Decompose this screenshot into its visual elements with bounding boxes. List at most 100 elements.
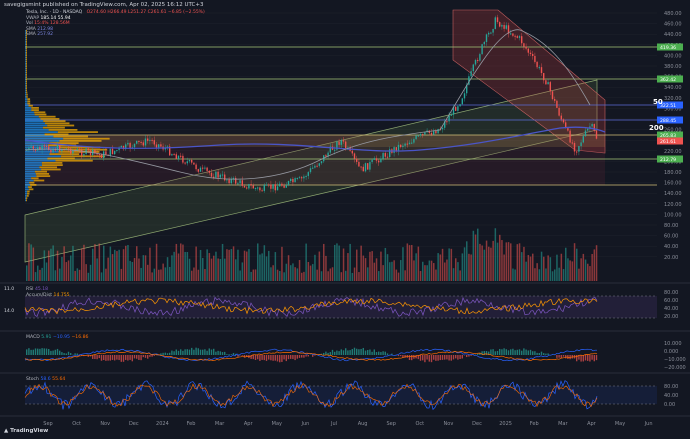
time-tick-label: Jun <box>644 421 653 427</box>
time-tick-label: Apr <box>587 421 597 427</box>
volume-profile-bar <box>25 91 27 94</box>
candle-body <box>527 48 529 53</box>
volume-bar <box>538 269 541 281</box>
price-tick-label: 320.00 <box>664 96 682 102</box>
volume-bar <box>367 267 369 281</box>
macd-histogram-bar <box>591 355 593 360</box>
volume-profile-bar <box>25 43 26 45</box>
volume-bar <box>562 269 565 281</box>
volume-profile-bar <box>53 135 89 138</box>
candle-body <box>485 34 488 42</box>
volume-bar <box>186 252 189 281</box>
macd-histogram-bar <box>545 353 547 355</box>
volume-bar <box>490 247 492 281</box>
macd-histogram-bar <box>305 355 307 357</box>
price-tag-label: 288.45 <box>660 118 676 124</box>
macd-legend[interactable]: MACD 5.91 −10.95 −16.86 <box>26 335 88 340</box>
macd-histogram-bar <box>109 355 111 361</box>
legend-line-sma2[interactable]: SMA 257.92 <box>26 32 205 38</box>
volume-profile-bar <box>25 71 27 74</box>
candle-body <box>221 174 224 176</box>
volume-bar <box>263 245 266 281</box>
volume-bar <box>39 269 41 281</box>
candle-body <box>382 153 384 159</box>
macd-histogram-bar <box>221 352 224 355</box>
volume-bar <box>483 249 486 281</box>
volume-bar <box>518 243 521 281</box>
volume-bar <box>312 264 314 281</box>
candle-body <box>408 142 411 145</box>
candle-body <box>149 139 151 141</box>
macd-histogram-bar <box>122 355 125 362</box>
candle-body <box>551 91 554 100</box>
volume-bar <box>59 268 61 281</box>
volume-bar <box>492 240 494 281</box>
stoch-legend[interactable]: Stoch 58.6 55.64 <box>26 377 65 382</box>
volume-profile-bar <box>25 47 26 50</box>
macd-histogram-bar <box>63 353 65 355</box>
rsi-tick-label: 60.00 <box>664 298 678 304</box>
ad-legend[interactable]: Accum/Dist 14.755 <box>26 293 70 298</box>
volume-bar <box>224 258 226 281</box>
volume-bar <box>274 252 277 281</box>
volume-profile-bar <box>59 140 102 142</box>
candle-body <box>422 133 424 135</box>
macd-histogram-bar <box>281 355 283 362</box>
macd-histogram-bar <box>294 355 296 361</box>
volume-profile-bar <box>35 173 50 175</box>
tradingview-logo[interactable]: ▲ TradingView <box>4 428 48 434</box>
candle-body <box>195 164 197 170</box>
stoch-axis: 80.00 40.00 0.00 <box>664 384 678 408</box>
volume-bar <box>166 257 169 281</box>
candle-body <box>252 185 254 189</box>
candle-body <box>217 171 219 178</box>
volume-bar <box>334 244 336 281</box>
macd-histogram-bar <box>107 355 109 361</box>
macd-histogram-bar <box>70 353 72 355</box>
candle-body <box>263 185 265 191</box>
volume-bar <box>301 272 303 281</box>
macd-histogram-bar <box>466 355 468 358</box>
volume-bar <box>193 267 195 281</box>
volume-profile-bar <box>25 192 27 195</box>
volume-bar <box>28 243 30 281</box>
macd-histogram-bar <box>540 351 543 355</box>
volume-bar <box>160 269 162 281</box>
macd-histogram-bar <box>296 355 298 359</box>
candle-body <box>191 159 193 163</box>
macd-histogram-bar <box>252 355 254 360</box>
candle-body <box>228 179 230 184</box>
candle-body <box>116 150 118 152</box>
volume-bar <box>527 255 530 281</box>
time-tick-label: 2024 <box>156 421 169 427</box>
macd-histogram-bar <box>518 349 521 355</box>
volume-bar <box>437 253 439 281</box>
volume-profile-bar <box>25 52 27 54</box>
volume-bar <box>89 264 92 281</box>
volume-bar <box>397 272 400 281</box>
volume-bar <box>477 228 479 281</box>
candle-body <box>514 35 516 37</box>
macd-histogram-bar <box>206 350 208 355</box>
volume-profile-bar <box>25 197 27 199</box>
volume-bar <box>549 257 552 281</box>
rsi-legend[interactable]: RSI 45.18 <box>26 287 48 292</box>
volume-bar <box>182 244 184 281</box>
volume-bar <box>177 253 180 281</box>
volume-bar <box>567 258 569 281</box>
symbol-title[interactable]: Tesla, Inc. · 1D · NASDAQ <box>26 10 82 15</box>
volume-bar <box>171 255 173 281</box>
macd-histogram-bar <box>171 350 173 355</box>
macd-histogram-bar <box>166 353 169 355</box>
candle-body <box>554 99 556 101</box>
volume-profile-bar <box>61 155 106 158</box>
volume-profile-bar <box>25 135 54 138</box>
volume-profile-bar <box>29 181 35 184</box>
volume-bar <box>426 265 428 281</box>
candle-body <box>380 158 382 163</box>
volume-bar <box>325 255 327 281</box>
macd-histogram-bar <box>180 349 182 355</box>
candle-body <box>43 145 45 147</box>
chart-canvas[interactable]: 480.00460.00440.00420.00400.00380.00360.… <box>0 0 690 439</box>
candle-body <box>109 148 111 156</box>
